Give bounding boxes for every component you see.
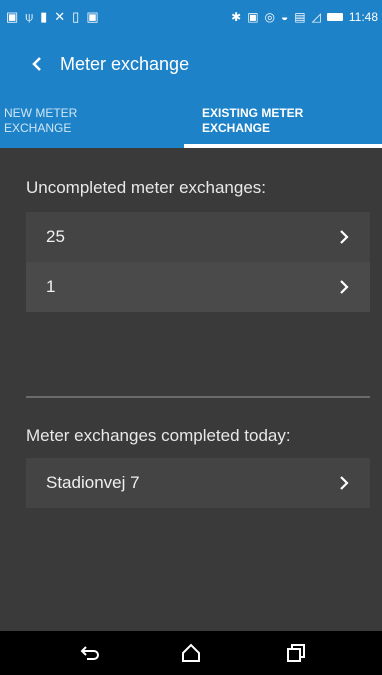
image-icon: ▣ xyxy=(86,9,99,24)
sim-icon: ▤ xyxy=(294,10,306,24)
page-title: Meter exchange xyxy=(60,53,190,74)
system-nav-bar xyxy=(0,631,382,675)
list-item-label: 25 xyxy=(46,227,65,246)
file-icon: ▯ xyxy=(72,9,80,24)
back-button[interactable] xyxy=(22,44,52,84)
dnd-icon: ✕ xyxy=(54,9,66,24)
home-icon[interactable] xyxy=(179,641,203,665)
sync-icon: ◎ xyxy=(264,10,276,24)
list-item-label: 1 xyxy=(46,277,56,296)
list-item[interactable]: 25 xyxy=(26,212,370,262)
tab-label: NEW METER EXCHANGE xyxy=(4,106,78,135)
app-bar: Meter exchange xyxy=(0,34,382,94)
list-item[interactable]: 1 xyxy=(26,262,370,312)
uncompleted-heading: Uncompleted meter exchanges: xyxy=(26,178,267,197)
wifi-icon: ◒ xyxy=(281,10,289,24)
status-bar: ▣ ⍦ ▮ ✕ ▯ ▣ ✱ ▣ ◎ ◒ ▤ ◿ 11:48 xyxy=(0,0,382,34)
list-item[interactable]: Stadionvej 7 xyxy=(26,458,370,508)
usb-icon: ⍦ xyxy=(25,9,34,24)
back-icon[interactable] xyxy=(78,641,102,665)
chevron-left-icon xyxy=(32,57,41,71)
signal-icon: ◿ xyxy=(311,10,321,24)
tab-label: EXISTING METER EXCHANGE xyxy=(202,106,304,135)
bluetooth-icon: ✱ xyxy=(231,10,242,24)
nfc-icon: ▣ xyxy=(247,10,259,24)
completed-heading: Meter exchanges completed today: xyxy=(26,426,291,445)
status-icons-right: ✱ ▣ ◎ ◒ ▤ ◿ 11:48 xyxy=(231,10,378,24)
recents-icon[interactable] xyxy=(284,641,308,665)
tab-existing-meter-exchange[interactable]: EXISTING METER EXCHANGE xyxy=(184,94,382,148)
alert-icon: ▮ xyxy=(40,9,48,24)
chevron-right-icon xyxy=(340,476,349,490)
chevron-right-icon xyxy=(340,280,349,294)
list-item-label: Stadionvej 7 xyxy=(46,473,140,492)
battery-icon xyxy=(326,13,343,21)
tab-new-meter-exchange[interactable]: NEW METER EXCHANGE xyxy=(0,94,184,148)
status-time: 11:48 xyxy=(348,10,378,24)
tab-bar: NEW METER EXCHANGE EXISTING METER EXCHAN… xyxy=(0,94,382,148)
status-icons-left: ▣ ⍦ ▮ ✕ ▯ ▣ xyxy=(6,9,99,25)
notification-icon: ▣ xyxy=(6,9,19,24)
chevron-right-icon xyxy=(340,230,349,244)
main-content: Uncompleted meter exchanges: 25 1 Meter … xyxy=(0,148,382,631)
divider xyxy=(26,396,370,398)
